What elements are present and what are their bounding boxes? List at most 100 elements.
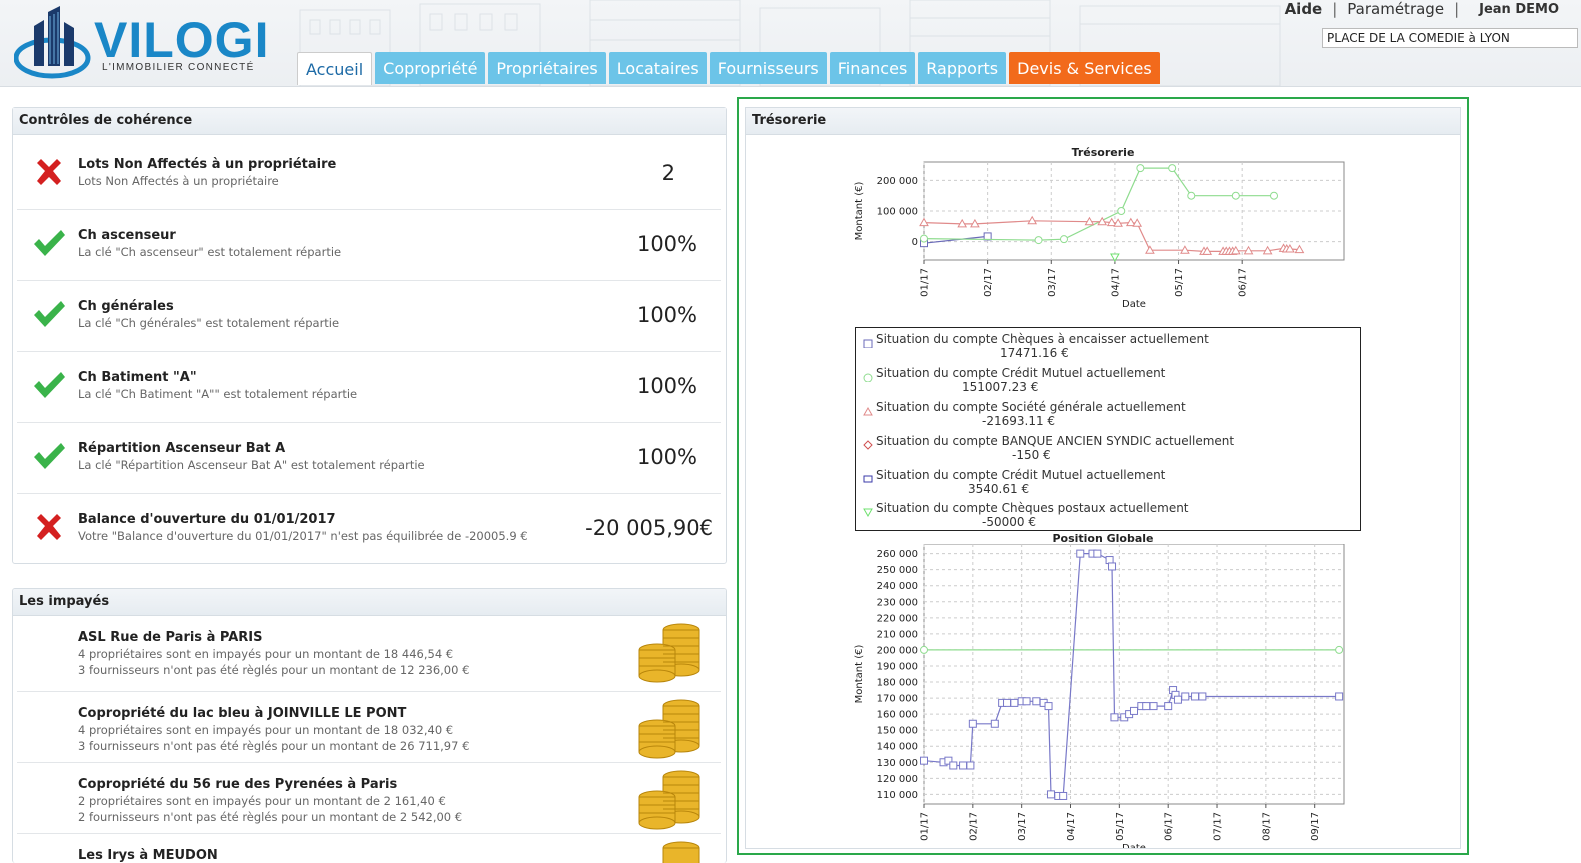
building-logo-icon	[14, 6, 91, 79]
square-data-point	[1003, 698, 1012, 707]
coherence-row[interactable]: Balance d'ouverture du 01/01/2017 Votre …	[17, 494, 721, 562]
x-tick-label: 05/17	[1174, 268, 1185, 297]
chart1-legend: Situation du compte Chèques à encaisser …	[855, 327, 1361, 531]
diamond-marker-icon	[863, 440, 873, 450]
square-data-point	[1110, 713, 1119, 722]
tresorerie-inner: Trésorerie Trésorerie 0 100 000 200 000 01/…	[745, 107, 1461, 849]
circle-data-point	[1136, 164, 1145, 173]
x-axis-label: Date	[1122, 299, 1146, 310]
y-axis-label: Montant (€)	[854, 645, 865, 704]
gold-coins-icon	[638, 623, 700, 683]
tresorerie-chart: 0 100 000 200 000 01/17 02/17 03/17 04/17 05/17…	[854, 161, 1345, 310]
coherence-row[interactable]: Lots Non Affectés à un propriétaire Lots…	[17, 139, 721, 210]
circle-data-point	[1117, 207, 1126, 215]
impaye-owners: 4 propriétaires sont en impayés pour un …	[78, 723, 454, 737]
impaye-row[interactable]: Les Irys à MEUDON	[17, 834, 721, 863]
settings-link[interactable]: Paramétrage	[1347, 0, 1444, 18]
y-tick-label: 200 000	[877, 645, 918, 656]
square-marker-icon	[863, 475, 873, 483]
y-tick-label: 160 000	[877, 710, 918, 721]
y-tick-label: 210 000	[877, 629, 918, 640]
tab-copropriete[interactable]: Copropriété	[375, 52, 486, 84]
coherence-title: Contrôles de cohérence	[13, 108, 726, 135]
check-icon	[34, 301, 65, 327]
square-data-point	[1044, 702, 1053, 711]
coherence-item-title: Balance d'ouverture du 01/01/2017	[78, 512, 336, 527]
y-tick-label: 180 000	[877, 678, 918, 689]
tab-finances[interactable]: Finances	[829, 52, 916, 84]
coherence-row[interactable]: Répartition Ascenseur Bat A La clé "Répa…	[17, 423, 721, 494]
y-tick-label: 110 000	[877, 790, 918, 801]
legend-amount: 3540.61 €	[968, 482, 1030, 496]
user-name[interactable]: Jean DEMO	[1479, 2, 1559, 17]
x-tick-label: 01/17	[920, 812, 931, 841]
vilogi-logo[interactable]: VILOGI L'IMMOBILIER CONNECTÉ	[14, 6, 274, 82]
legend-amount: -150 €	[1012, 448, 1051, 462]
coherence-item-title: Ch ascenseur	[78, 228, 176, 243]
square-data-point	[1173, 695, 1182, 704]
impaye-owners: 2 propriétaires sont en impayés pour un …	[78, 794, 446, 808]
legend-label: Situation du compte Crédit Mutuel actuel…	[876, 468, 1166, 482]
coherence-row[interactable]: Ch générales La clé "Ch générales" est t…	[17, 281, 721, 352]
impaye-row[interactable]: ASL Rue de Paris à PARIS 4 propriétaires…	[17, 616, 721, 692]
help-link[interactable]: Aide	[1285, 0, 1323, 18]
impayes-title: Les impayés	[13, 589, 726, 616]
impaye-title[interactable]: Les Irys à MEUDON	[78, 848, 218, 863]
coherence-item-value: 100%	[636, 232, 697, 256]
coherence-item-value: 100%	[636, 445, 697, 469]
x-tick-label: 05/17	[1115, 812, 1126, 841]
impaye-title[interactable]: Copropriété du lac bleu à JOINVILLE LE P…	[78, 706, 406, 721]
tab-proprietaires[interactable]: Propriétaires	[488, 52, 606, 84]
circle-marker-icon	[863, 373, 873, 382]
legend-label: Situation du compte Chèques postaux actu…	[876, 501, 1189, 515]
y-tick-label: 230 000	[877, 597, 918, 608]
coherence-panel: Contrôles de cohérence Lots Non Affectés…	[12, 107, 727, 564]
brand-name: VILOGI	[94, 12, 270, 68]
impaye-title[interactable]: Copropriété du 56 rue des Pyrenées à Par…	[78, 777, 397, 792]
square-data-point	[1022, 697, 1031, 706]
triangle-down-marker-icon	[863, 508, 873, 517]
y-tick-label: 200 000	[877, 176, 918, 187]
impaye-row[interactable]: Copropriété du lac bleu à JOINVILLE LE P…	[17, 692, 721, 763]
y-tick-label: 240 000	[877, 581, 918, 592]
x-tick-label: 02/17	[983, 268, 994, 297]
site-selector-input[interactable]	[1322, 28, 1578, 48]
circle-data-point	[1187, 191, 1196, 200]
y-tick-label: 190 000	[877, 661, 918, 672]
coherence-row[interactable]: Ch Batiment "A" La clé "Ch Batiment "A""…	[17, 352, 721, 423]
impayes-panel: Les impayés ASL Rue de Paris à PARIS 4 p…	[12, 588, 727, 863]
coherence-item-value: 100%	[636, 374, 697, 398]
y-tick-label: 260 000	[877, 549, 918, 560]
y-tick-label: 130 000	[877, 758, 918, 769]
tab-accueil[interactable]: Accueil	[297, 52, 373, 85]
square-data-point	[1046, 790, 1055, 799]
impaye-title[interactable]: ASL Rue de Paris à PARIS	[78, 630, 262, 645]
impaye-owners: 4 propriétaires sont en impayés pour un …	[78, 647, 454, 661]
coherence-item-value: 2	[661, 161, 675, 185]
tab-devis-services[interactable]: Devis & Services	[1009, 52, 1160, 84]
impaye-suppliers: 3 fournisseurs n'ont pas été règlés pour…	[78, 663, 470, 677]
y-tick-label: 220 000	[877, 613, 918, 624]
circle-data-point	[920, 234, 928, 243]
main-tabs: Accueil Copropriété Propriétaires Locata…	[297, 52, 1160, 85]
x-tick-label: 03/17	[1047, 268, 1058, 297]
square-data-point	[1142, 702, 1151, 711]
coherence-item-desc: Votre "Balance d'ouverture du 01/01/2017…	[78, 529, 528, 543]
tab-fournisseurs[interactable]: Fournisseurs	[709, 52, 827, 84]
impaye-row[interactable]: Copropriété du 56 rue des Pyrenées à Par…	[17, 763, 721, 834]
circle-data-point	[1335, 645, 1344, 654]
check-icon	[34, 443, 65, 469]
tab-locataires[interactable]: Locataires	[608, 52, 707, 84]
circle-data-point	[1231, 191, 1240, 200]
square-data-point	[966, 761, 975, 770]
top-bar: VILOGI L'IMMOBILIER CONNECTÉ Aide | Para…	[0, 0, 1581, 87]
coherence-row[interactable]: Ch ascenseur La clé "Ch ascenseur" est t…	[17, 210, 721, 281]
x-tick-label: 08/17	[1261, 812, 1272, 841]
y-tick-label: 140 000	[877, 742, 918, 753]
error-cross-icon	[37, 159, 61, 185]
square-data-point	[920, 756, 928, 765]
square-data-point	[1191, 692, 1200, 701]
gold-coins-icon	[638, 770, 700, 830]
square-data-point	[959, 761, 968, 770]
tab-rapports[interactable]: Rapports	[918, 52, 1007, 84]
